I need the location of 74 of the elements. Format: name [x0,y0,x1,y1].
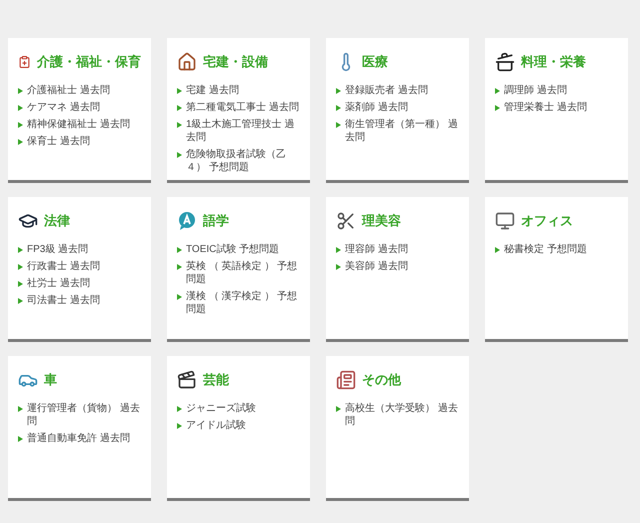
category-title: 語学 [203,212,229,230]
bullet-icon [177,152,182,158]
bullet-icon [177,294,182,300]
bullet-icon [177,406,182,412]
bullet-icon [18,105,23,111]
bullet-icon [177,423,182,429]
bullet-icon [177,88,182,94]
category-title: 料理・栄養 [521,53,586,72]
newspaper-icon [336,370,356,390]
bullet-icon [18,139,23,145]
bullet-icon [336,247,341,253]
exam-link[interactable]: 美容師 過去問 [345,260,408,273]
bullet-icon [177,122,182,128]
category-title: 医療 [362,53,388,72]
bullet-icon [336,264,341,270]
category-title: 宅建・設備 [203,53,268,72]
bullet-icon [177,105,182,111]
exam-link[interactable]: 介護福祉士 過去問 [27,84,110,97]
exam-link[interactable]: 英検 （ 英語検定 ） 予想問題 [186,260,300,286]
exam-link[interactable]: 危険物取扱者試験（乙４） 予想問題 [186,148,300,174]
bullet-icon [177,264,182,270]
bullet-icon [495,88,500,94]
category-title: 介護・福祉・保育 [37,53,141,72]
bullet-icon [336,105,341,111]
bullet-icon [18,436,23,442]
bullet-icon [18,298,23,304]
bullet-icon [336,88,341,94]
exam-link[interactable]: 普通自動車免許 過去問 [27,432,130,445]
exam-link[interactable]: 薬剤師 過去問 [345,101,408,114]
bullet-icon [18,247,23,253]
category-title: オフィス [521,212,573,230]
bullet-icon [495,247,500,253]
category-title: 理美容 [362,212,401,230]
exam-link[interactable]: ケアマネ 過去問 [27,101,100,114]
exam-link[interactable]: 司法書士 過去問 [27,294,100,307]
exam-link[interactable]: 保育士 過去問 [27,135,90,148]
monitor-icon [495,211,515,231]
exam-link[interactable]: 第二種電気工事士 過去問 [186,101,299,114]
exam-link[interactable]: ジャニーズ試験 [186,402,256,415]
bullet-icon [495,105,500,111]
category-title: 法律 [44,212,70,230]
exam-link[interactable]: 1級土木施工管理技士 過去問 [186,118,300,144]
exam-link[interactable]: 高校生（大学受験） 過去問 [345,402,459,428]
bullet-icon [18,281,23,287]
pot-icon [495,52,515,72]
bullet-icon [18,264,23,270]
scissors-icon [336,211,356,231]
bullet-icon [18,406,23,412]
bullet-icon [336,406,341,412]
exam-link[interactable]: FP3級 過去問 [27,243,88,256]
clapperboard-icon [177,370,197,390]
category-title: 車 [44,371,57,390]
house-icon [177,52,197,72]
exam-link[interactable]: 理容師 過去問 [345,243,408,256]
exam-link[interactable]: 漢検 （ 漢字検定 ） 予想問題 [186,290,300,316]
exam-link[interactable]: 宅建 過去問 [186,84,239,97]
speech-bubble-icon [177,211,197,231]
exam-link[interactable]: 社労士 過去問 [27,277,90,290]
bullet-icon [18,88,23,94]
exam-link[interactable]: 秘書検定 予想問題 [504,243,587,256]
exam-link[interactable]: 行政書士 過去問 [27,260,100,273]
exam-link[interactable]: TOEIC試験 予想問題 [186,243,280,256]
exam-link[interactable]: 精神保健福祉士 過去問 [27,118,130,131]
bullet-icon [18,122,23,128]
exam-link[interactable]: アイドル試験 [186,419,246,432]
bullet-icon [177,247,182,253]
exam-link[interactable]: 管理栄養士 過去問 [504,101,587,114]
category-title: 芸能 [203,371,229,390]
exam-link[interactable]: 調理師 過去問 [504,84,567,97]
bullet-icon [336,122,341,128]
exam-link[interactable]: 衛生管理者（第一種） 過去問 [345,118,459,144]
exam-link[interactable]: 運行管理者（貨物） 過去問 [27,402,141,428]
category-title: その他 [362,371,401,390]
exam-link[interactable]: 登録販売者 過去問 [345,84,428,97]
